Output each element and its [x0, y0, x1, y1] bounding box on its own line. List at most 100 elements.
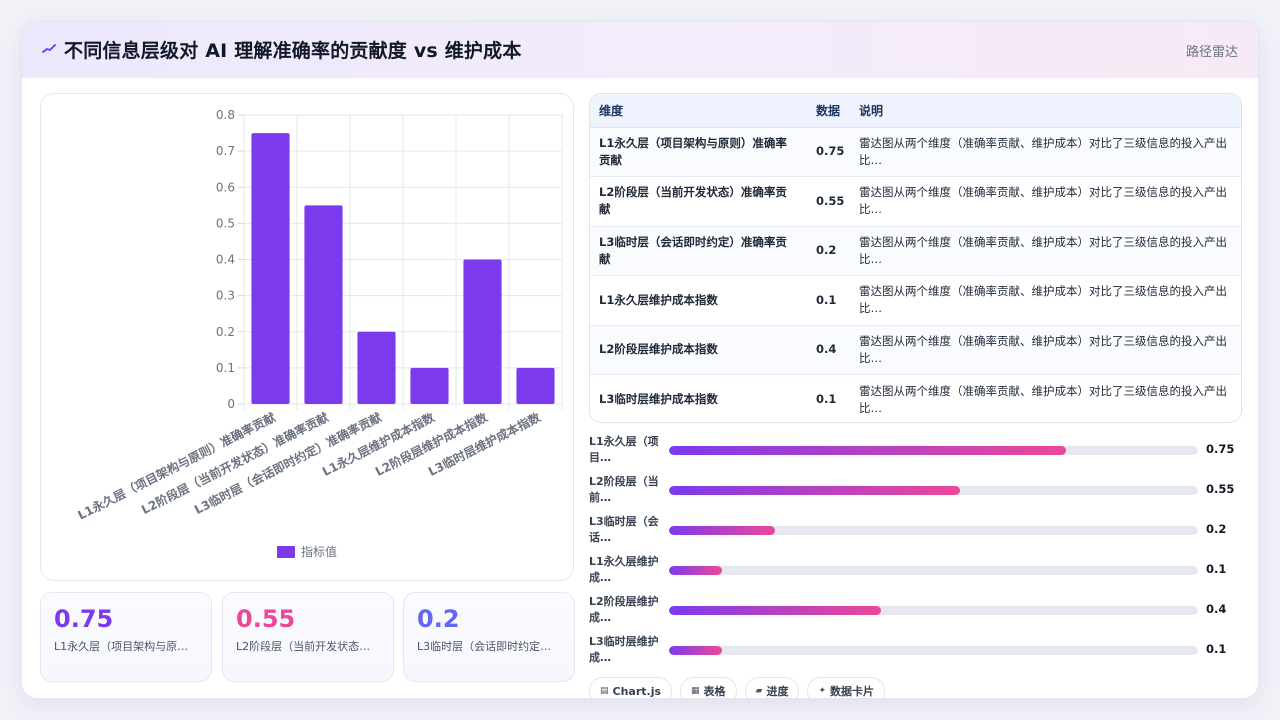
cell-value: 0.4 — [807, 325, 850, 375]
y-tick-label: 0.2 — [216, 325, 235, 339]
progress-value: 0.4 — [1206, 602, 1227, 616]
cell-description: 雷达图从两个维度（准确率贡献、维护成本）对比了三级信息的投入产出比… — [850, 176, 1241, 227]
legend-label: 指标值 — [301, 544, 337, 559]
progress-value: 0.2 — [1206, 522, 1227, 536]
cell-dimension: L1永久层维护成本指数 — [590, 275, 807, 326]
page-title: 不同信息层级对 AI 理解准确率的贡献度 vs 维护成本 — [64, 40, 522, 62]
y-tick-label: 0.4 — [216, 253, 235, 267]
progress-value: 0.55 — [1206, 482, 1235, 496]
legend-swatch — [277, 546, 295, 558]
progress-label: L2阶段层（当前… — [589, 475, 659, 504]
stat-label: L3临时层（会话即时约定… — [417, 640, 552, 653]
table-row: L2阶段层（当前开发状态）准确率贡献 0.55 雷达图从两个维度（准确率贡献、维… — [590, 176, 1241, 227]
bar — [251, 133, 290, 404]
table-header-row: 维度 数据 说明 — [590, 94, 1241, 128]
route-radar-link[interactable]: 路径雷达 — [1186, 41, 1238, 60]
bar — [357, 331, 396, 404]
stat-card-2: 0.55 L2阶段层（当前开发状态… — [222, 592, 394, 682]
tag-table[interactable]: ▦ 表格 — [680, 677, 737, 698]
progress-label: L1永久层（项目… — [589, 435, 659, 464]
progress-fill — [669, 646, 722, 655]
cell-value: 0.75 — [807, 127, 850, 177]
cell-dimension: L1永久层（项目架构与原则）准确率贡献 — [590, 127, 807, 177]
progress-fill — [669, 606, 881, 615]
sparkle-icon: ✦ — [818, 686, 827, 696]
stat-card-3: 0.2 L3临时层（会话即时约定… — [403, 592, 575, 682]
stat-value: 0.55 — [236, 605, 296, 633]
progress-track — [669, 486, 1198, 495]
table-row: L3临时层维护成本指数 0.1 雷达图从两个维度（准确率贡献、维护成本）对比了三… — [590, 375, 1241, 423]
stat-value: 0.2 — [417, 605, 460, 633]
bar — [304, 205, 343, 404]
progress-label: L2阶段层维护成… — [589, 595, 659, 624]
table-icon: ▦ — [691, 686, 700, 696]
progress-row: L1永久层（项目… 0.75 — [589, 432, 1249, 472]
tag-label: 数据卡片 — [830, 685, 875, 698]
bar-chart-panel: 0 0.1 0.2 0.3 0.4 0.5 0.6 0.7 0.8 L1永久层（项目架构与原则）准… — [40, 93, 574, 581]
progress-row: L1永久层维护成… 0.1 — [589, 552, 1249, 592]
progress-row: L2阶段层（当前… 0.55 — [589, 472, 1249, 512]
cell-value: 0.2 — [807, 226, 850, 276]
progress-fill — [669, 446, 1066, 455]
progress-track — [669, 566, 1198, 575]
progress-label: L3临时层（会话… — [589, 515, 659, 544]
cell-dimension: L3临时层维护成本指数 — [599, 392, 718, 406]
progress-track — [669, 446, 1198, 455]
col-header-dimension: 维度 — [590, 94, 807, 128]
x-tick-label: L1永久层（项目架构与原则）准确率贡献 — [75, 409, 278, 522]
y-tick-label: 0.7 — [216, 144, 235, 158]
table-row: L1永久层维护成本指数 0.1 雷达图从两个维度（准确率贡献、维护成本）对比了三… — [590, 275, 1241, 326]
tag-label: Chart.js — [612, 684, 662, 698]
cell-description: 雷达图从两个维度（准确率贡献、维护成本）对比了三级信息的投入产出比… — [850, 226, 1241, 276]
tag-label: 表格 — [703, 685, 726, 698]
progress-row: L3临时层维护成… 0.1 — [589, 632, 1249, 672]
cell-dimension: L3临时层（会话即时约定）准确率贡献 — [590, 226, 807, 276]
bar — [516, 367, 555, 404]
progress-track — [669, 526, 1198, 535]
progress-value: 0.1 — [1206, 642, 1227, 656]
header: 不同信息层级对 AI 理解准确率的贡献度 vs 维护成本 路径雷达 — [22, 22, 1258, 78]
progress-fill — [669, 526, 775, 535]
tag-chartjs[interactable]: ▤ Chart.js — [589, 677, 673, 698]
cell-value: 0.1 — [807, 275, 850, 326]
cell-dimension: L2阶段层维护成本指数 — [590, 325, 807, 375]
bar — [463, 259, 502, 404]
cell-description: 雷达图从两个维度（准确率贡献、维护成本）对比了三级信息的投入产出比… — [850, 275, 1241, 326]
progress-value: 0.75 — [1206, 442, 1235, 456]
y-tick-label: 0.1 — [216, 361, 235, 375]
progress-icon: ▰ — [755, 686, 763, 696]
bar-chart: 0 0.1 0.2 0.3 0.4 0.5 0.6 0.7 0.8 L1永久层（项目架构与原则）准… — [75, 108, 563, 559]
cell-description: 雷达图从两个维度（准确率贡献、维护成本）对比了三级信息的投入产出比… — [850, 127, 1241, 177]
stat-label: L1永久层（项目架构与原… — [54, 640, 189, 653]
tag-data-cards[interactable]: ✦ 数据卡片 — [807, 677, 886, 698]
cell-value: 0.1 — [816, 392, 837, 406]
y-tick-label: 0.6 — [216, 180, 235, 194]
progress-value: 0.1 — [1206, 562, 1227, 576]
progress-track — [669, 606, 1198, 615]
stat-card-1: 0.75 L1永久层（项目架构与原… — [40, 592, 212, 682]
stat-value: 0.75 — [54, 605, 114, 633]
progress-row: L3临时层（会话… 0.2 — [589, 512, 1249, 552]
progress-label: L3临时层维护成… — [589, 635, 659, 664]
chart-icon: ▤ — [600, 686, 609, 696]
progress-row: L2阶段层维护成… 0.4 — [589, 592, 1249, 632]
tag-bar: ▤ Chart.js ▦ 表格 ▰ 进度 ✦ 数据卡片 — [589, 677, 886, 698]
main-card: 不同信息层级对 AI 理解准确率的贡献度 vs 维护成本 路径雷达 0 0.1 0.… — [21, 21, 1259, 699]
cell-description: 雷达图从两个维度（准确率贡献、维护成本）对比了三级信息的投入产出比… — [859, 383, 1227, 415]
y-tick-label: 0.8 — [216, 108, 235, 122]
progress-fill — [669, 566, 722, 575]
tag-label: 进度 — [766, 685, 789, 698]
table-row: L1永久层（项目架构与原则）准确率贡献 0.75 雷达图从两个维度（准确率贡献、… — [590, 127, 1241, 177]
y-tick-label: 0.5 — [216, 216, 235, 230]
progress-track — [669, 646, 1198, 655]
cell-description: 雷达图从两个维度（准确率贡献、维护成本）对比了三级信息的投入产出比… — [850, 325, 1241, 375]
table-row: L2阶段层维护成本指数 0.4 雷达图从两个维度（准确率贡献、维护成本）对比了三… — [590, 325, 1241, 375]
tag-progress[interactable]: ▰ 进度 — [744, 677, 800, 698]
data-table: 维度 数据 说明 L1永久层（项目架构与原则）准确率贡献 0.75 雷达图从两个… — [589, 93, 1242, 423]
cell-dimension: L2阶段层（当前开发状态）准确率贡献 — [590, 176, 807, 227]
table-row: L3临时层（会话即时约定）准确率贡献 0.2 雷达图从两个维度（准确率贡献、维护… — [590, 226, 1241, 276]
trend-line-icon — [42, 44, 56, 53]
progress-fill — [669, 486, 960, 495]
progress-label: L1永久层维护成… — [589, 555, 659, 584]
col-header-description: 说明 — [850, 94, 1241, 128]
